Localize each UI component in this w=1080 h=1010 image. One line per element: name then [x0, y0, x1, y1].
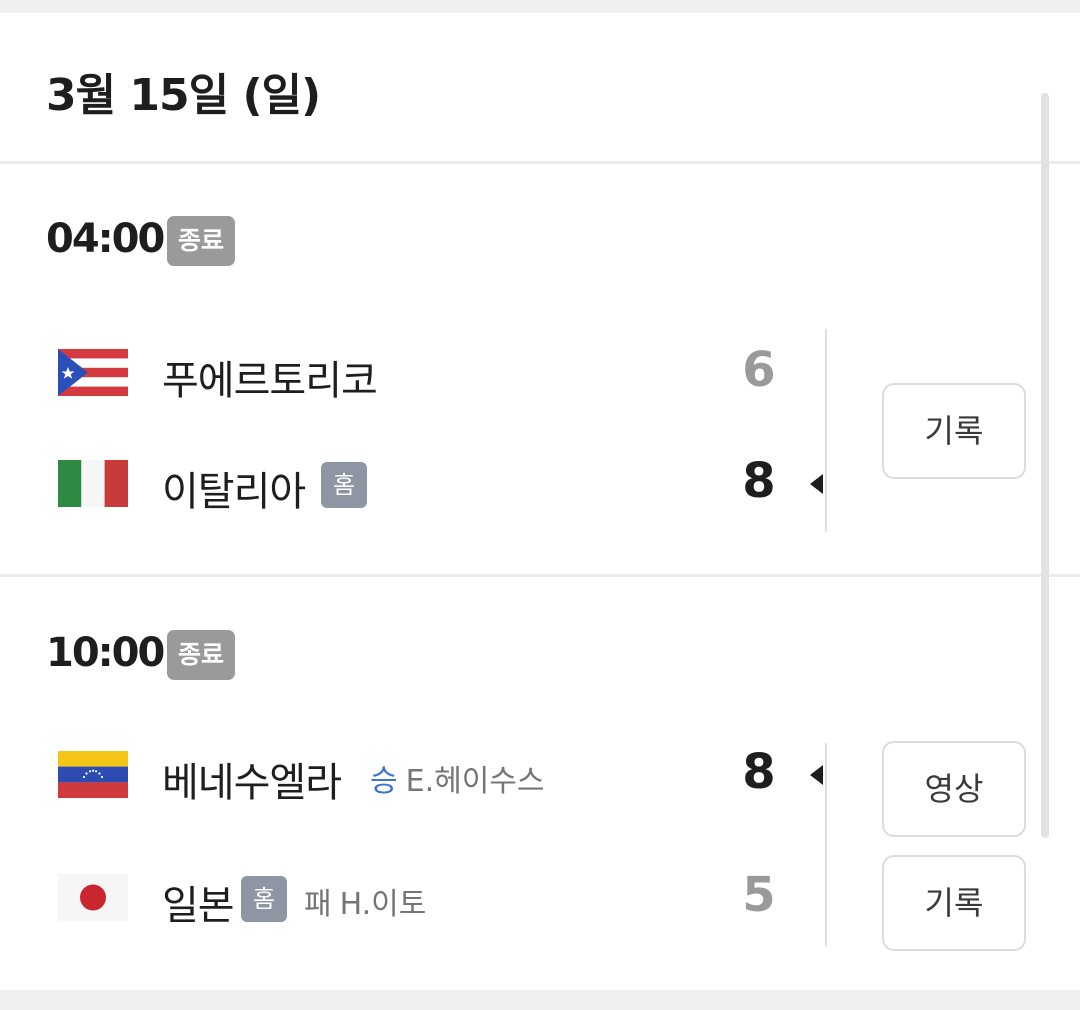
team-row: 푸에르토리코 6 [0, 338, 830, 408]
team-score: 8 [742, 744, 776, 800]
bottom-strip [0, 990, 1080, 1010]
puerto-rico-flag-icon [58, 349, 128, 396]
team-score: 5 [742, 867, 776, 923]
home-badge: 홈 [241, 876, 287, 922]
game-time: 10:00 [46, 630, 165, 676]
team-name: 일본 [162, 883, 235, 929]
game-item: 04:00 종료 푸에르토리코 6 이탈리아 홈 8 기록 [0, 164, 1080, 577]
game-item: 10:00 종료 베네수엘라 승 E.헤이수스 8 일본 홈 패 H.이토 5 … [0, 580, 1080, 990]
venezuela-flag-icon [58, 751, 128, 798]
game-time: 04:00 [46, 216, 165, 262]
japan-flag-icon [58, 874, 128, 921]
pitcher-info: 승 E.헤이수스 [370, 756, 545, 800]
team-score: 6 [742, 342, 776, 398]
divider [825, 329, 827, 532]
home-badge: 홈 [321, 462, 367, 508]
scrollbar[interactable] [1041, 93, 1049, 838]
schedule-card: 3월 15일 (일) 04:00 종료 푸에르토리코 6 이탈리아 홈 8 기록… [0, 13, 1080, 990]
win-label: 승 [370, 764, 398, 799]
team-row: 베네수엘라 승 E.헤이수스 8 [0, 740, 830, 810]
pitcher-name[interactable]: H.이토 [340, 887, 427, 922]
divider [825, 743, 827, 946]
team-name: 베네수엘라 [162, 760, 342, 806]
team-row: 일본 홈 패 H.이토 5 [0, 863, 830, 933]
italy-flag-icon [58, 460, 128, 507]
date-header: 3월 15일 (일) [0, 13, 1080, 164]
team-name: 이탈리아 [162, 469, 306, 515]
record-button[interactable]: 기록 [882, 383, 1026, 479]
status-badge: 종료 [167, 216, 235, 266]
record-button[interactable]: 기록 [882, 855, 1026, 951]
status-badge: 종료 [167, 630, 235, 680]
loss-label: 패 [304, 887, 332, 922]
pitcher-name[interactable]: E.헤이수스 [406, 764, 545, 799]
video-button[interactable]: 영상 [882, 741, 1026, 837]
pitcher-info: 패 H.이토 [304, 879, 426, 923]
team-name: 푸에르토리코 [162, 358, 378, 404]
team-row: 이탈리아 홈 8 [0, 449, 830, 519]
winner-arrow-icon [810, 765, 823, 785]
date-title: 3월 15일 (일) [46, 70, 321, 121]
winner-arrow-icon [810, 474, 823, 494]
team-score: 8 [742, 453, 776, 509]
